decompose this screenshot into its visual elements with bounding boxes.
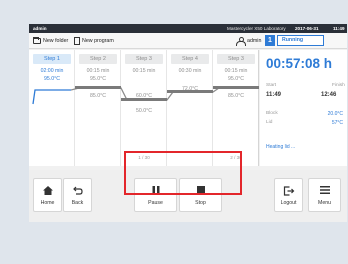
status-user: admin xyxy=(33,26,47,31)
document-icon xyxy=(74,37,80,45)
back-button[interactable]: Back xyxy=(63,178,92,212)
step-temperature: 60.0°C xyxy=(136,93,152,99)
step-column[interactable]: Step 2 00:15 min 95.0°C 85.0°C xyxy=(75,50,121,166)
logout-label: Logout xyxy=(280,200,297,206)
new-folder-button[interactable]: New folder xyxy=(33,36,68,46)
step-duration: 02:00 min xyxy=(40,68,64,74)
user-label: admin xyxy=(247,38,262,44)
block-temperature: 20.0°C xyxy=(327,111,343,117)
step-label: Step 1 xyxy=(33,54,71,64)
step-duration: 00:15 min xyxy=(224,68,248,74)
menu-button[interactable]: Menu xyxy=(308,178,341,212)
block-label: Block xyxy=(266,111,278,116)
folder-icon xyxy=(33,37,41,44)
new-folder-label: New folder xyxy=(43,38,69,44)
finish-label: Finish xyxy=(332,83,345,88)
hamburger-menu-icon xyxy=(319,186,330,194)
finish-time: 12:46 xyxy=(321,92,337,98)
pause-stop-highlight-box xyxy=(124,151,242,195)
step-temperature: 72.0°C xyxy=(182,86,198,92)
logout-icon xyxy=(283,186,294,196)
step-label: Step 2 xyxy=(79,54,117,64)
status-bar: admin Mastercycler X50 Laboratory 2017-0… xyxy=(29,24,347,33)
step-column[interactable]: Step 3 00:15 min 60.0°C 50.0°C 1 / 30 xyxy=(121,50,167,166)
lid-temperature: 57°C xyxy=(331,120,343,126)
home-label: Home xyxy=(40,200,55,206)
lid-label: Lid xyxy=(266,120,273,125)
start-time: 11:49 xyxy=(266,92,282,98)
heating-status: Heating lid ... xyxy=(266,144,296,150)
pause-label: Pause xyxy=(148,200,163,206)
status-time: 11:49 xyxy=(333,26,345,31)
program-steps-panel: Step 1 02:00 min 95.0°C Step 2 00:15 min… xyxy=(29,50,259,166)
back-label: Back xyxy=(71,200,84,206)
start-label: Start xyxy=(266,83,277,88)
back-arrow-icon xyxy=(72,186,83,195)
stop-label: Stop xyxy=(195,200,206,206)
step-duration: 00:15 min xyxy=(132,68,156,74)
step-duration: 00:15 min xyxy=(86,68,110,74)
user-icon xyxy=(236,37,246,46)
toolbar: New folder New program admin 1 Running xyxy=(29,33,347,49)
new-program-button[interactable]: New program xyxy=(74,36,114,46)
device-name: Mastercycler X50 Laboratory xyxy=(227,26,286,31)
logout-button[interactable]: Logout xyxy=(274,178,303,212)
run-number-badge: 1 xyxy=(265,35,275,46)
user-button[interactable]: admin xyxy=(236,36,261,46)
home-icon xyxy=(42,186,53,195)
step-temperature-secondary: 85.0°C xyxy=(228,93,244,99)
step-label: Step 3 xyxy=(125,54,163,64)
step-temperature: 95.0°C xyxy=(90,76,106,82)
status-date: 2017-06-31 xyxy=(295,26,319,31)
step-column[interactable]: Step 4 00:30 min 72.0°C xyxy=(167,50,213,166)
step-column[interactable]: Step 1 02:00 min 95.0°C xyxy=(29,50,75,166)
step-temperature: 95.0°C xyxy=(228,76,244,82)
step-temperature-secondary: 85.0°C xyxy=(90,93,106,99)
new-program-label: New program xyxy=(82,38,114,44)
remaining-time: 00:57:08 h xyxy=(266,56,333,71)
step-temperature-secondary: 50.0°C xyxy=(136,108,152,114)
step-duration: 00:30 min xyxy=(178,68,202,74)
run-info-panel: 00:57:08 h Start Finish 11:49 12:46 Bloc… xyxy=(260,50,347,166)
run-status-indicator: Running xyxy=(277,35,324,46)
menu-label: Menu xyxy=(318,200,331,206)
home-button[interactable]: Home xyxy=(33,178,62,212)
step-label: Step 3 xyxy=(217,54,255,64)
step-label: Step 4 xyxy=(171,54,209,64)
step-temperature: 95.0°C xyxy=(44,76,60,82)
step-column[interactable]: Step 3 00:15 min 95.0°C 85.0°C 2 / 30 xyxy=(213,50,259,166)
